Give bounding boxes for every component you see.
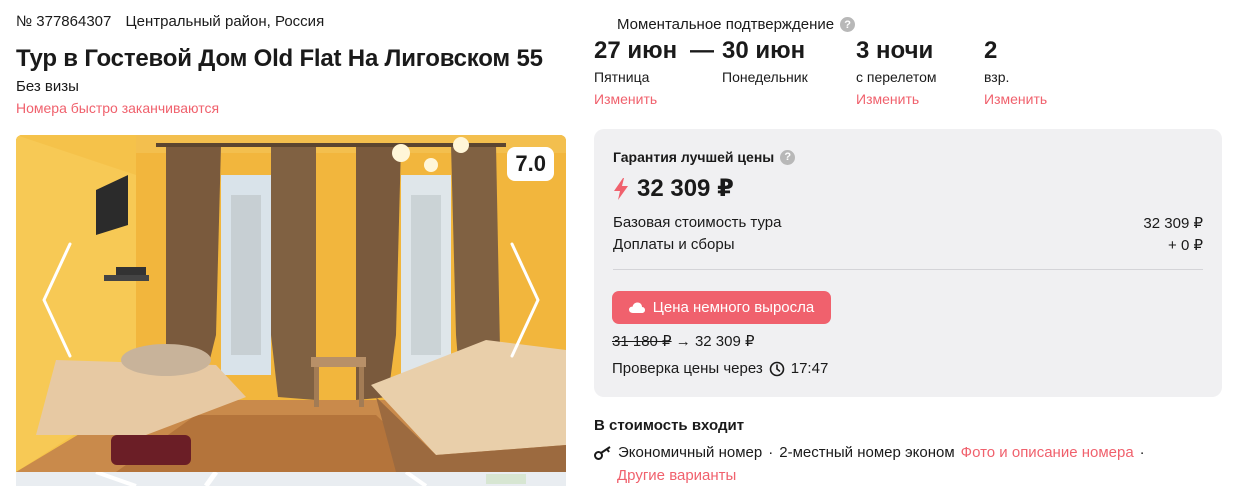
price-check-timer: Проверка цены через 17:47 [612, 360, 828, 377]
best-price-guarantee: Гарантия лучшей цены ? [613, 149, 796, 165]
tour-location: Центральный район, Россия [125, 13, 325, 30]
rooms-warning: Номера быстро заканчиваются [16, 100, 220, 116]
tour-number: № 377864307 [16, 13, 112, 30]
day-from: Пятница [594, 69, 650, 85]
nights-note: с перелетом [856, 69, 937, 85]
fees-value: + 0 ₽ [1168, 237, 1203, 254]
base-cost-value: 32 309 ₽ [1143, 215, 1203, 232]
visa-info: Без визы [16, 78, 79, 95]
map-image [16, 472, 566, 486]
included-title: В стоимость входит [594, 417, 745, 434]
instant-confirmation: Моментальное подтверждение ? [617, 16, 856, 33]
included-room: Экономичный номер · 2-местный номер экон… [594, 444, 1145, 461]
base-cost-label: Базовая стоимость тура [613, 214, 782, 231]
key-icon [594, 445, 611, 460]
clock-icon [769, 361, 785, 376]
other-variants-link[interactable]: Другие варианты [617, 467, 736, 484]
fees-label: Доплаты и сборы [613, 236, 735, 253]
room-description: 2-местный номер эконом [779, 444, 955, 461]
chevron-right-icon [510, 242, 540, 358]
price-check-time: 17:47 [790, 360, 829, 377]
photo-gallery[interactable]: 7.0 [16, 135, 566, 472]
price-change: 31 180 ₽ → 32 309 ₽ [612, 332, 755, 350]
total-price-value: 32 309 ₽ [637, 175, 734, 202]
cloud-icon [628, 302, 645, 313]
tour-meta: № 377864307 Центральный район, Россия [16, 13, 324, 30]
date-dash: — [690, 37, 714, 64]
price-arrow: → [675, 333, 691, 350]
chevron-left-icon [42, 242, 72, 358]
old-price: 31 180 ₽ [612, 333, 672, 350]
lightning-icon [614, 177, 628, 200]
confirmation-label: Моментальное подтверждение [617, 16, 835, 33]
price-check-label: Проверка цены через [612, 360, 763, 377]
hotel-room-photo [16, 135, 566, 472]
room-type: Экономичный номер [618, 444, 763, 461]
guests-count: 2 [984, 37, 998, 64]
room-photo-link[interactable]: Фото и описание номера [961, 444, 1134, 461]
change-dates-link[interactable]: Изменить [594, 91, 657, 107]
date-from: 27 июн [594, 37, 678, 64]
total-price: 32 309 ₽ [613, 174, 734, 203]
gallery-prev-button[interactable] [38, 240, 78, 360]
help-icon[interactable]: ? [780, 149, 796, 165]
day-to: Понедельник [722, 69, 808, 85]
price-rise-badge: Цена немного выросла [612, 291, 831, 324]
change-guests-link[interactable]: Изменить [984, 91, 1047, 107]
price-rise-label: Цена немного выросла [652, 299, 815, 316]
divider [613, 269, 1203, 270]
page-title: Тур в Гостевой Дом Old Flat На Лиговском… [16, 45, 543, 72]
date-to: 30 июн [722, 37, 806, 64]
price-panel [594, 129, 1222, 397]
nights-count: 3 ночи [856, 37, 934, 64]
guests-note: взр. [984, 69, 1010, 85]
rating-badge: 7.0 [507, 147, 554, 181]
change-nights-link[interactable]: Изменить [856, 91, 919, 107]
new-price: 32 309 ₽ [694, 333, 755, 350]
separator: · [768, 444, 774, 461]
map-preview[interactable] [16, 472, 566, 486]
separator: · [1139, 444, 1145, 461]
help-icon[interactable]: ? [840, 17, 856, 32]
gallery-next-button[interactable] [504, 240, 544, 360]
guarantee-label: Гарантия лучшей цены [613, 149, 775, 165]
